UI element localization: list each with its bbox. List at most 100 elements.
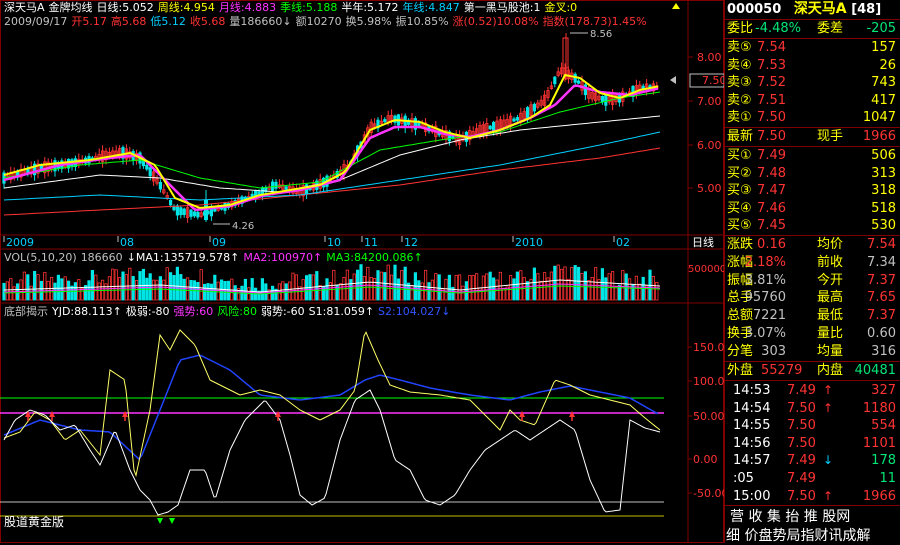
ind-axis-label: -50.00 (693, 487, 724, 500)
volume-bar (553, 265, 557, 301)
quote-header-item-3: 低5.12 (150, 15, 186, 28)
sell-level-3[interactable]: 卖③ 7.52 743 (727, 74, 896, 91)
tick-arrow: ↑ (823, 383, 834, 397)
chart-area[interactable]: 8.00 7.00 6.00 5.00 7.50 2009 08 09 10 11 12 2010 02… (0, 0, 724, 543)
tick-row[interactable]: 14:55 7.50 554 (727, 417, 896, 434)
volume-bar (162, 279, 166, 301)
quote-header-item-9: 涨(0.52)10.08% (452, 15, 539, 28)
candle-body (604, 94, 608, 106)
stat-value: 316 (871, 343, 896, 359)
vol-header-item-2: ↓MA1:135719.578↑ (126, 251, 240, 264)
footer-line1[interactable]: 营 收 集 抬 推 股网 (730, 506, 850, 526)
buy-volume: 313 (871, 165, 896, 181)
stat-value: 3.81% (744, 272, 786, 288)
tick-price: 7.50 (787, 418, 816, 434)
stat-row[interactable]: 总手 95760 最高 7.65 (727, 289, 896, 306)
stat-row[interactable]: 总额 7221 最低 7.37 (727, 307, 896, 324)
candle-body (182, 208, 186, 215)
ma-header-item-1: 金牌均线 (48, 1, 93, 14)
stat-row[interactable]: 振幅 3.81% 今开 7.37 (727, 272, 896, 289)
tick-arrow: ↑ (823, 400, 834, 415)
volume-bar (114, 269, 118, 301)
volume-bar (573, 265, 577, 301)
tick-volume: 11 (879, 471, 896, 486)
tick-row[interactable]: 14:57 7.49 ↓ 178 (727, 452, 896, 469)
volume-bar (570, 266, 574, 301)
volume-bar (97, 282, 101, 301)
tick-time: 14:54 (733, 400, 771, 416)
low-annotation: 4.26 (232, 221, 254, 232)
price-pointer-icon (670, 76, 676, 84)
stat-label: 总额 (727, 308, 754, 324)
ind-header-item-7: S2:104.027↓ (378, 305, 451, 318)
volume-bar (182, 278, 186, 301)
tick-row[interactable]: 15:00 7.50 ↑ 1966 (727, 488, 896, 505)
volume-bar (549, 271, 554, 301)
tick-row[interactable]: 14:53 7.49 ↑ 327 (727, 382, 896, 399)
sell-volume: 1047 (862, 110, 896, 126)
buy-level-5[interactable]: 买⑤ 7.45 530 (727, 217, 896, 234)
buy-label: 买⑤ (727, 218, 752, 234)
stat-value: 7221 (752, 308, 786, 324)
volume-bar (621, 270, 625, 301)
sell-price: 7.50 (757, 110, 786, 126)
volume-bar (526, 281, 530, 301)
volume-bar (250, 278, 254, 301)
buy-level-1[interactable]: 买① 7.49 506 (727, 147, 896, 164)
quote-panel: 000050 深天马A [48] 委比 -4.48% 委差 -205 卖⑤ 7.5… (724, 0, 900, 543)
ind-axis-label: 50.00 (693, 410, 724, 423)
volume-bar (468, 275, 472, 301)
stat-label: 今开 (817, 272, 844, 288)
buy-label: 买④ (727, 200, 752, 216)
stat-row[interactable]: 涨幅 2.18% 前收 7.34 (727, 254, 896, 271)
quote-header-item-6: 额10270 (295, 15, 342, 28)
stat-value: 95760 (744, 290, 786, 306)
sell-label: 卖④ (727, 57, 752, 73)
footer-line2[interactable]: 细 价盘势局指财讯成解 (726, 525, 870, 545)
tick-row[interactable]: 14:56 7.50 1101 (727, 435, 896, 452)
volume-bar (614, 286, 618, 301)
buy-level-4[interactable]: 买④ 7.46 518 (727, 200, 896, 217)
volume-bar (260, 278, 265, 301)
buy-level-3[interactable]: 买③ 7.47 318 (727, 182, 896, 199)
stat-row[interactable]: 换手 3.07% 量比 0.60 (727, 325, 896, 342)
volume-bar (536, 273, 540, 301)
volume-bar (219, 279, 224, 301)
volume-bar (128, 267, 132, 301)
date-axis-label: 11 (364, 236, 378, 249)
volume-bar (12, 286, 16, 301)
kline-chart[interactable]: 8.00 7.00 6.00 5.00 7.50 2009 08 09 10 11 12 2010 02… (0, 0, 724, 543)
volume-bar (243, 278, 247, 301)
vol-header-item-3: MA2:100970↑ (243, 251, 323, 264)
ma-month-line (3, 91, 661, 189)
ma-header-item-6: 半年:5.172 (341, 1, 399, 14)
tick-arrow: ↓ (823, 453, 834, 468)
volume-bar (5, 281, 9, 301)
vol-header-item-1: 186660 (80, 251, 123, 264)
volume-bar (80, 287, 84, 301)
volume-bar (389, 274, 394, 301)
ma-header-item-2: 日线:5.052 (96, 1, 154, 14)
sell-level-1[interactable]: 卖① 7.50 1047 (727, 109, 896, 126)
volume-bar (43, 272, 47, 301)
sell-price: 7.52 (757, 75, 786, 91)
price-axis-label: 8.00 (697, 51, 722, 64)
tick-row[interactable]: 14:54 7.50 ↑ 1180 (727, 400, 896, 417)
high-annotation: 8.56 (590, 29, 612, 40)
stat-label: 涨跌 (727, 237, 754, 252)
ind-header-item-5: 弱势:-60 (260, 305, 305, 318)
stat-value: 7.65 (867, 290, 896, 306)
sell-level-4[interactable]: 卖④ 7.53 26 (727, 57, 896, 74)
volume-bar (488, 271, 492, 301)
candle-body (148, 167, 152, 177)
volume-bar (202, 283, 207, 301)
ma-header-item-8: 第一黑马股池:1 (463, 1, 541, 14)
outer-inner-row: 外盘 55279 内盘 40481 (727, 363, 896, 378)
buy-level-2[interactable]: 买② 7.48 313 (727, 165, 896, 182)
sell-level-2[interactable]: 卖② 7.51 417 (727, 92, 896, 109)
stat-row[interactable]: 分笔 303 均量 316 (727, 343, 896, 360)
sell-level-5[interactable]: 卖⑤ 7.54 157 (727, 39, 896, 56)
tick-row[interactable]: :05 7.49 11 (727, 470, 896, 487)
volume-bar (318, 284, 322, 301)
stat-row[interactable]: 涨跌 0.16 均价 7.54 (727, 236, 896, 253)
